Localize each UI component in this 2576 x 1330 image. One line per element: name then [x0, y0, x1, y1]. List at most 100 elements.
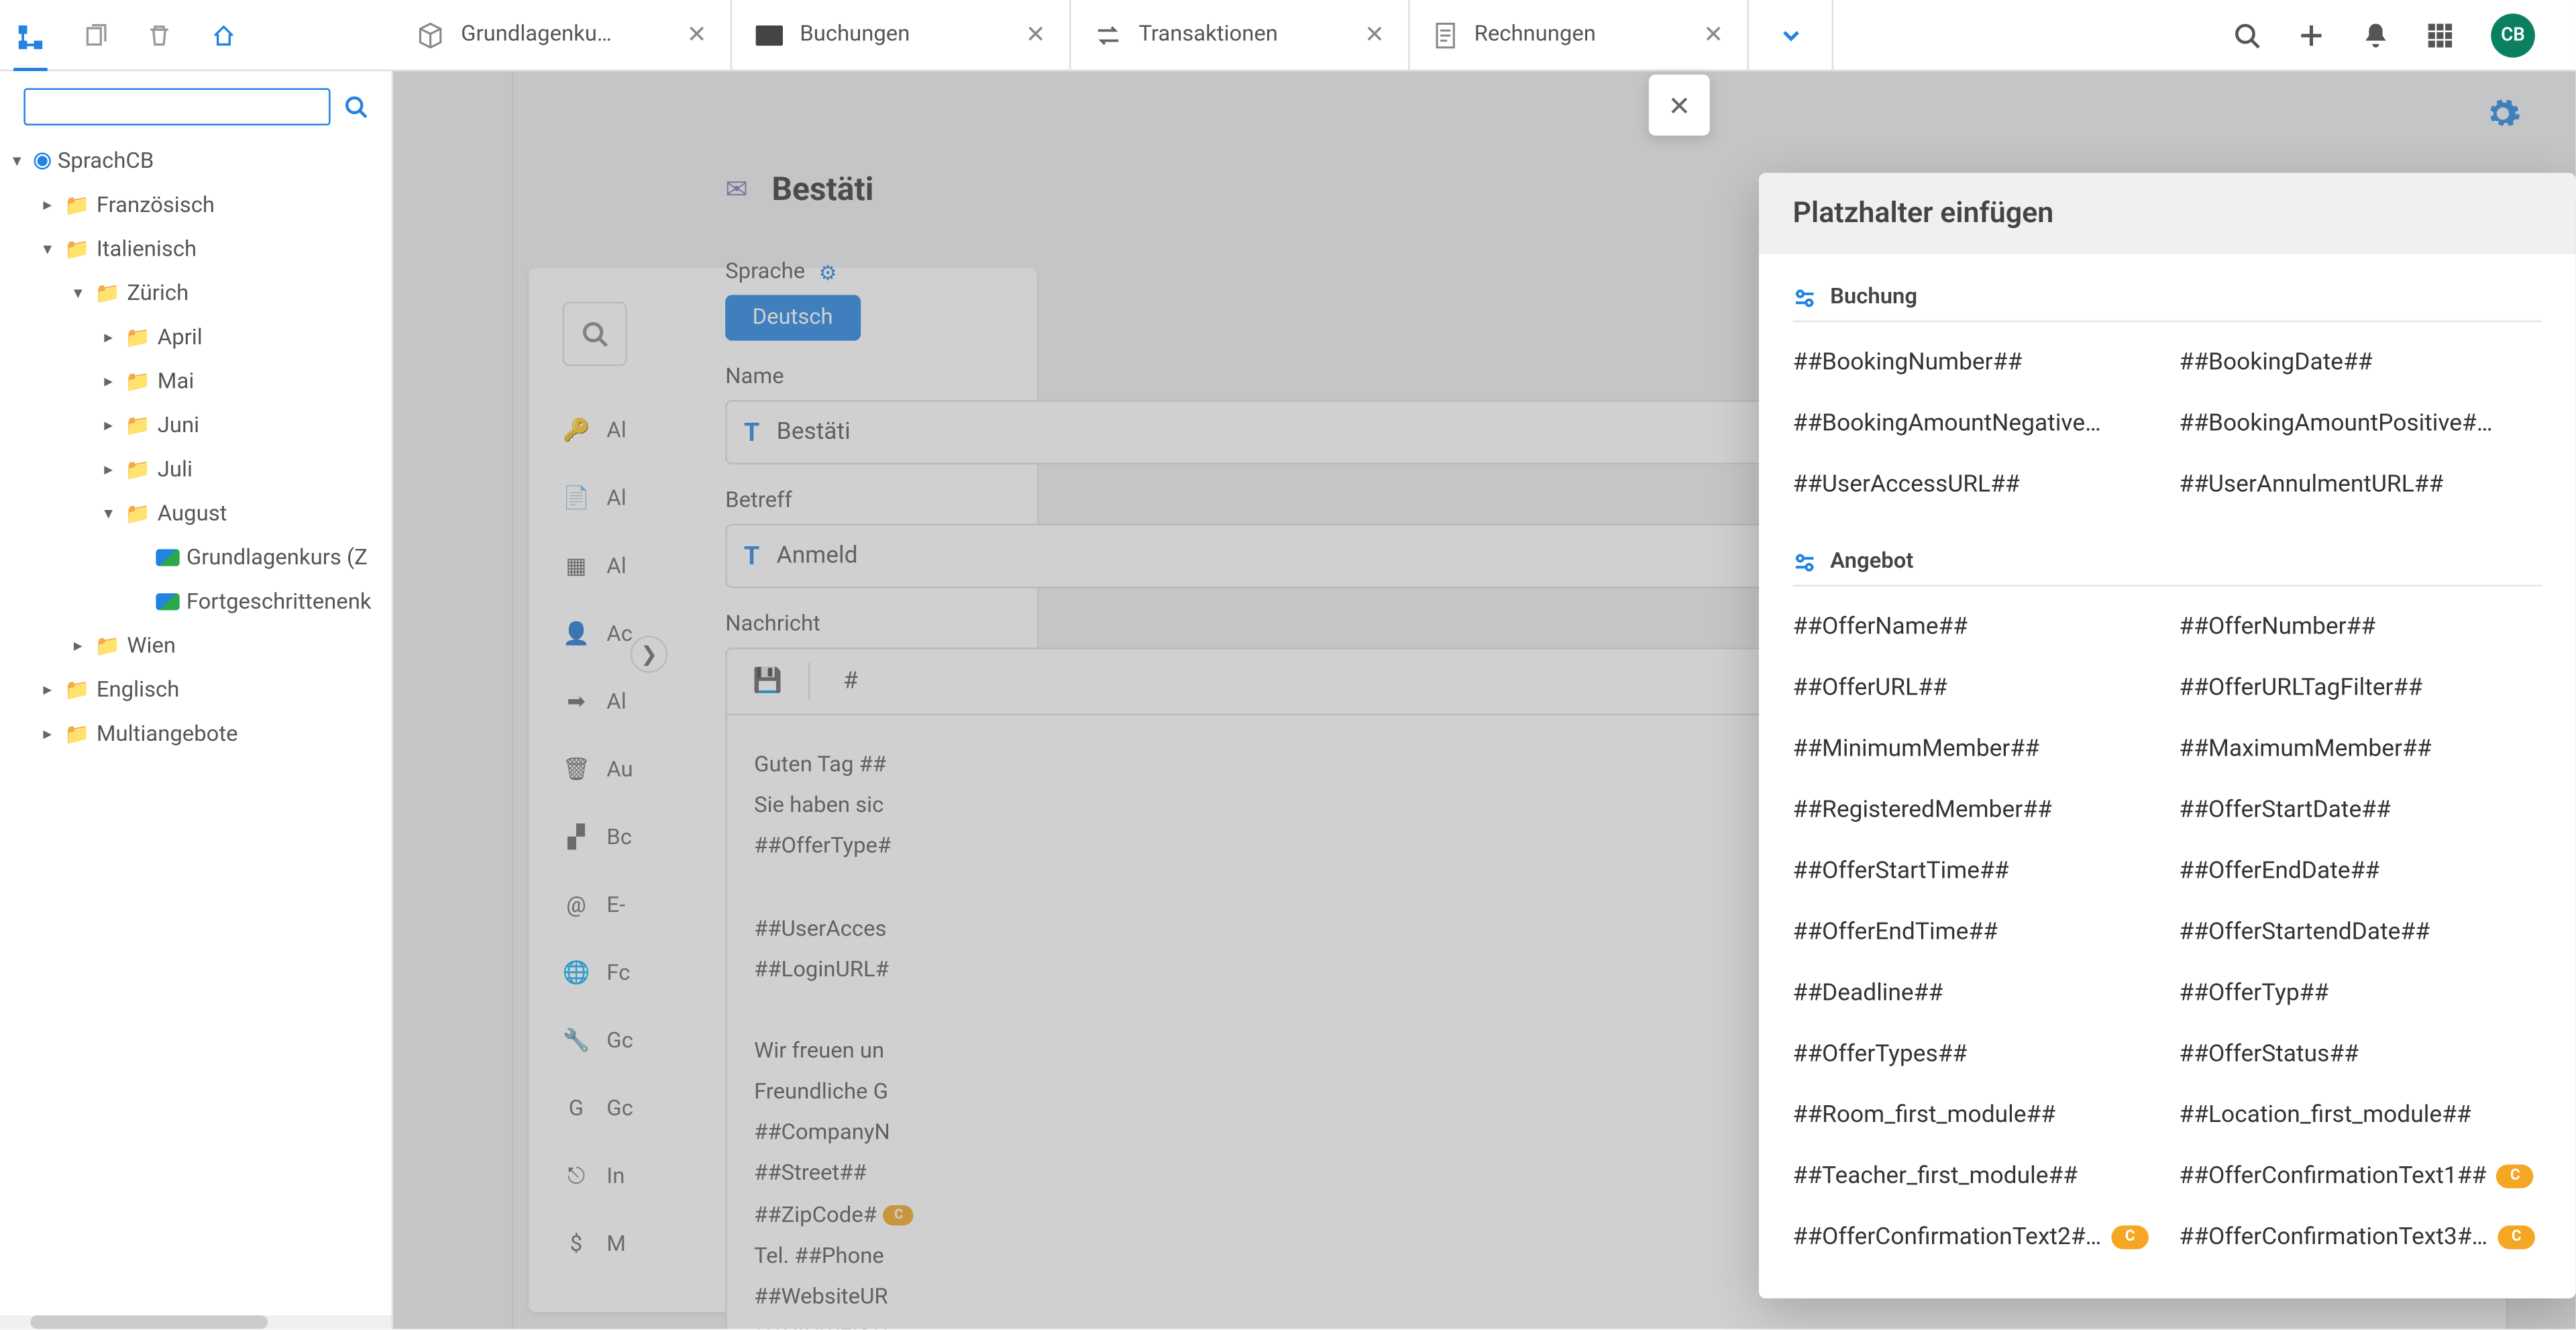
chevron-right-icon[interactable]: ▸	[99, 328, 119, 347]
radio-selected-icon	[34, 152, 51, 169]
tab-label: Transaktionen	[1138, 22, 1347, 48]
trash-icon[interactable]	[142, 18, 176, 52]
tree-item-englisch[interactable]: ▸📁Englisch	[7, 668, 384, 712]
placeholder-item[interactable]: ##BookingDate##	[2179, 336, 2542, 390]
tree-item-grundlagenkurs[interactable]: Grundlagenkurs (Z	[7, 535, 384, 580]
placeholder-item[interactable]: ##OfferConfirmationText3#…C	[2179, 1211, 2542, 1265]
placeholder-item[interactable]: ##OfferName##	[1793, 600, 2156, 654]
placeholder-item[interactable]: ##MaximumMember##	[2179, 722, 2542, 776]
placeholder-item[interactable]: ##OfferTyp##	[2179, 966, 2542, 1021]
chevron-right-icon[interactable]: ▸	[68, 637, 88, 656]
tab-buchungen[interactable]: Buchungen ✕	[732, 0, 1071, 70]
search-icon[interactable]	[2233, 21, 2260, 48]
bell-icon[interactable]	[2362, 21, 2389, 48]
folder-icon: 📁	[64, 678, 90, 701]
tree-item-franzosisch[interactable]: ▸ 📁 Französisch	[7, 183, 384, 227]
tree-item-zurich[interactable]: ▾📁Zürich	[7, 271, 384, 315]
close-icon[interactable]: ✕	[687, 21, 707, 48]
chevron-right-icon[interactable]: ▸	[38, 725, 58, 744]
tree-item-wien[interactable]: ▸📁Wien	[7, 624, 384, 668]
chevron-right-icon[interactable]: ▸	[99, 372, 119, 391]
chevron-right-icon[interactable]: ▸	[38, 680, 58, 699]
tree-label: Juli	[158, 457, 193, 482]
apps-icon[interactable]	[2426, 21, 2453, 48]
close-icon[interactable]: ✕	[1364, 21, 1385, 48]
tabs-overflow-button[interactable]	[1749, 0, 1833, 70]
badge-icon: C	[2497, 1164, 2534, 1188]
placeholder-item[interactable]: ##Room_first_module##	[1793, 1088, 2156, 1143]
chevron-right-icon[interactable]: ▸	[38, 196, 58, 215]
placeholder-item[interactable]: ##UserAccessURL##	[1793, 458, 2156, 512]
placeholder-item[interactable]: ##OfferConfirmationText2#…C	[1793, 1211, 2156, 1265]
header-left-tools	[0, 0, 393, 70]
placeholder-item[interactable]: ##OfferURL##	[1793, 661, 2156, 715]
tree-item-italienisch[interactable]: ▾📁Italienisch	[7, 227, 384, 271]
tree-item-juni[interactable]: ▸📁Juni	[7, 403, 384, 448]
chevron-down-icon[interactable]: ▾	[99, 504, 119, 523]
placeholder-item[interactable]: ##OfferNumber##	[2179, 600, 2542, 654]
tree-view-icon[interactable]	[13, 0, 48, 70]
chevron-down-icon[interactable]: ▾	[38, 240, 58, 258]
folder-icon: 📁	[125, 413, 151, 437]
tree-label: Französisch	[97, 193, 215, 218]
chevron-down-icon[interactable]: ▾	[7, 152, 27, 170]
placeholder-item[interactable]: ##BookingAmountPositive#…	[2179, 397, 2542, 451]
sidebar-search-input[interactable]	[23, 88, 330, 125]
sidebar: ▾ SprachCB ▸📁Französisch ▾📁Italienisch ▾…	[0, 71, 393, 1329]
tab-label: Rechnungen	[1474, 22, 1686, 48]
tree-item-juli[interactable]: ▸📁Juli	[7, 448, 384, 492]
placeholder-item[interactable]: ##RegisteredMember##	[1793, 783, 2156, 837]
copy-icon[interactable]	[78, 18, 112, 52]
tree-item-august[interactable]: ▾📁August	[7, 492, 384, 536]
sidebar-scrollbar[interactable]	[0, 1315, 392, 1329]
modal-close-button[interactable]: ✕	[1649, 74, 1710, 136]
placeholder-item[interactable]: ##OfferConfirmationText1##C	[2179, 1149, 2542, 1204]
placeholder-item[interactable]: ##OfferStartDate##	[2179, 783, 2542, 837]
search-icon[interactable]	[344, 95, 368, 118]
folder-icon: 📁	[64, 193, 90, 217]
modal-section-buchung: Buchung	[1793, 271, 2542, 322]
placeholder-modal: Platzhalter einfügen Buchung ##BookingNu…	[1759, 173, 2576, 1298]
close-icon[interactable]: ✕	[1026, 21, 1046, 48]
close-icon[interactable]: ✕	[1703, 21, 1723, 48]
tab-grundlagenkurs[interactable]: Grundlagenku… ✕	[393, 0, 732, 70]
tree-item-fortgeschritten[interactable]: Fortgeschrittenenk	[7, 580, 384, 624]
header: Grundlagenku… ✕ Buchungen ✕ Transaktione…	[0, 0, 2576, 71]
tree-item-multiangebote[interactable]: ▸📁Multiangebote	[7, 712, 384, 756]
plus-icon[interactable]	[2298, 21, 2324, 48]
tab-rechnungen[interactable]: Rechnungen ✕	[1410, 0, 1749, 70]
placeholder-item[interactable]: ##Teacher_first_module##	[1793, 1149, 2156, 1204]
chevron-down-icon[interactable]: ▾	[68, 284, 88, 303]
tab-label: Buchungen	[800, 22, 1008, 48]
slider-icon	[1793, 550, 1817, 574]
tree-item-mai[interactable]: ▸📁Mai	[7, 360, 384, 404]
chevron-right-icon[interactable]: ▸	[99, 416, 119, 435]
tab-transaktionen[interactable]: Transaktionen ✕	[1071, 0, 1409, 70]
placeholder-item[interactable]: ##BookingAmountNegative…	[1793, 397, 2156, 451]
modal-section-angebot: Angebot	[1793, 535, 2542, 586]
placeholder-item[interactable]: ##MinimumMember##	[1793, 722, 2156, 776]
placeholder-item[interactable]: ##Deadline##	[1793, 966, 2156, 1021]
header-right-tools: CB	[2193, 13, 2576, 57]
tree-label: Italienisch	[97, 236, 197, 262]
tree-label: Mai	[158, 368, 195, 394]
tree-item-april[interactable]: ▸📁April	[7, 315, 384, 360]
placeholder-item[interactable]: ##BookingNumber##	[1793, 336, 2156, 390]
home-icon[interactable]	[207, 18, 241, 52]
chevron-right-icon[interactable]: ▸	[99, 460, 119, 479]
placeholder-item[interactable]: ##OfferEndTime##	[1793, 905, 2156, 960]
placeholder-item[interactable]: ##OfferStartendDate##	[2179, 905, 2542, 960]
placeholder-item[interactable]: ##OfferStatus##	[2179, 1027, 2542, 1082]
placeholder-item[interactable]: ##OfferStartTime##	[1793, 844, 2156, 899]
tree-root[interactable]: ▾ SprachCB	[7, 139, 384, 183]
cube-icon	[417, 21, 443, 48]
placeholder-item[interactable]: ##OfferTypes##	[1793, 1027, 2156, 1082]
avatar[interactable]: CB	[2491, 13, 2535, 57]
placeholder-item[interactable]: ##UserAnnulmentURL##	[2179, 458, 2542, 512]
placeholder-item[interactable]: ##Location_first_module##	[2179, 1088, 2542, 1143]
placeholder-item[interactable]: ##OfferURLTagFilter##	[2179, 661, 2542, 715]
modal-grid-angebot: ##OfferName## ##OfferNumber## ##OfferURL…	[1793, 600, 2542, 1264]
slider-icon	[1793, 286, 1817, 309]
tree-label: Fortgeschrittenenk	[186, 589, 372, 615]
placeholder-item[interactable]: ##OfferEndDate##	[2179, 844, 2542, 899]
